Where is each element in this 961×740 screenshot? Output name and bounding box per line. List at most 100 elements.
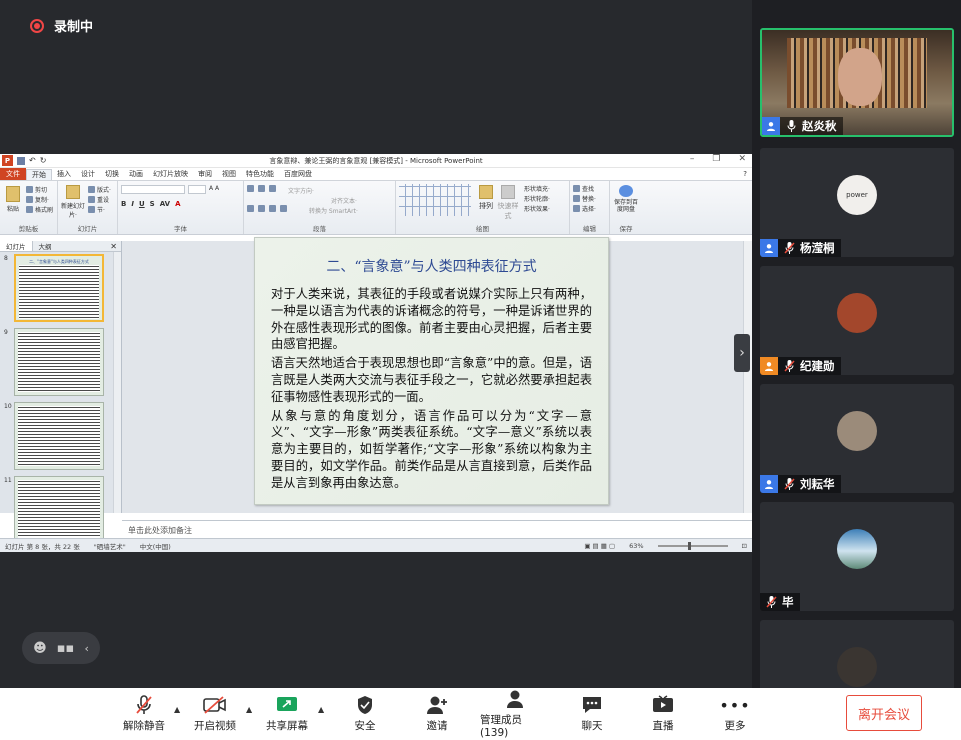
slide-thumbnail-9[interactable] — [14, 328, 104, 396]
participant-tile[interactable]: 纪建勋 — [760, 266, 954, 375]
chat-button[interactable]: 聊天 — [575, 688, 609, 740]
grow-font-icon[interactable]: A A — [209, 185, 219, 194]
unmute-button[interactable]: 解除静音 — [122, 688, 166, 740]
save-baidu-button[interactable]: 保存到百度网盘 — [613, 185, 639, 213]
strike-icon[interactable]: S — [150, 200, 155, 208]
participant-tile[interactable]: 赵炎秋 — [760, 28, 954, 137]
shapes-gallery[interactable] — [399, 184, 471, 216]
manage-members-button[interactable]: 管理成员(139) — [480, 688, 550, 740]
share-screen-icon — [276, 695, 298, 715]
shape-fill-button[interactable]: 形状填充· — [524, 183, 550, 193]
align-text-button[interactable]: 对齐文本· — [331, 195, 392, 205]
participant-tile[interactable]: power 杨滢桐 — [760, 148, 954, 257]
justify-icon[interactable] — [280, 205, 287, 212]
tab-slides[interactable]: 幻灯片 — [0, 241, 33, 251]
video-button[interactable]: 开启视频 — [193, 688, 237, 740]
underline-icon[interactable]: U — [139, 200, 145, 208]
slide-thumbnail-11[interactable] — [14, 476, 104, 544]
char-spacing-icon[interactable]: AV — [160, 200, 170, 208]
replace-button[interactable]: 替换· — [573, 193, 606, 203]
slide-thumbnail-8[interactable]: 二、"言象意"与人类四种表征方式 — [14, 254, 104, 322]
section-button[interactable]: 节· — [88, 204, 111, 214]
view-buttons[interactable]: ▣ ▤ ▦ ▢ — [584, 542, 615, 550]
numbering-icon[interactable] — [258, 185, 265, 192]
participant-tile[interactable]: 刘耘华 — [760, 384, 954, 493]
shape-effects-button[interactable]: 形状效果· — [524, 203, 550, 213]
caret-up-icon[interactable]: ▲ — [246, 705, 252, 714]
avatar — [837, 411, 877, 451]
indent-icon[interactable] — [269, 185, 276, 192]
pane-scrollbar[interactable] — [113, 252, 121, 513]
participant-tile[interactable]: 毕 — [760, 502, 954, 611]
tab-home[interactable]: 开始 — [26, 168, 52, 180]
bold-icon[interactable]: B — [121, 200, 126, 208]
minimize-icon[interactable]: – — [690, 154, 695, 164]
font-name-box[interactable] — [121, 185, 185, 194]
caret-up-icon[interactable]: ▲ — [318, 705, 324, 714]
caret-up-icon[interactable]: ▲ — [174, 705, 180, 714]
more-button[interactable]: ••• 更多 — [718, 688, 752, 740]
live-button[interactable]: 直播 — [646, 688, 680, 740]
chat-bubble-icon[interactable]: ▪▪ — [57, 641, 75, 656]
format-painter-button[interactable]: 格式刷 — [26, 204, 53, 214]
tab-insert[interactable]: 插入 — [52, 169, 76, 179]
notes-pane[interactable]: 单击此处添加备注 — [122, 520, 752, 538]
italic-icon[interactable]: I — [131, 200, 134, 208]
save-icon[interactable] — [17, 156, 25, 165]
tab-baidu[interactable]: 百度网盘 — [279, 169, 317, 179]
tab-animations[interactable]: 动画 — [124, 169, 148, 179]
new-slide-button[interactable]: 新建幻灯片· — [61, 183, 85, 219]
tab-view[interactable]: 视图 — [217, 169, 241, 179]
align-right-icon[interactable] — [269, 205, 276, 212]
select-button[interactable]: 选择· — [573, 203, 606, 213]
help-icon[interactable]: ? — [738, 170, 752, 178]
copy-button[interactable]: 复制· — [26, 194, 53, 204]
leave-meeting-button[interactable]: 离开会议 — [846, 695, 922, 731]
smartart-button[interactable]: 转换为 SmartArt· — [309, 205, 358, 215]
quick-styles-icon — [501, 185, 515, 199]
collapse-icon[interactable]: ‹ — [85, 642, 89, 655]
text-direction-button[interactable]: 文字方向· — [288, 185, 314, 195]
emoji-icon[interactable]: ☻ — [33, 641, 47, 656]
participant-tile[interactable] — [760, 620, 954, 688]
zoom-slider[interactable] — [657, 541, 728, 550]
font-color-icon[interactable]: A — [175, 200, 180, 208]
ribbon-tabs: 文件 开始 插入 设计 切换 动画 幻灯片放映 审阅 视图 特色功能 百度网盘 … — [0, 168, 752, 181]
tab-file[interactable]: 文件 — [0, 168, 26, 180]
reset-button[interactable]: 重设 — [88, 194, 111, 204]
tab-design[interactable]: 设计 — [76, 169, 100, 179]
bullets-icon[interactable] — [247, 185, 254, 192]
redo-icon[interactable]: ↻ — [40, 156, 47, 165]
align-center-icon[interactable] — [258, 205, 265, 212]
paste-button[interactable]: 粘贴 — [4, 184, 22, 213]
fit-window-icon[interactable]: ⊡ — [742, 542, 747, 550]
share-screen-button[interactable]: 共享屏幕 — [264, 688, 310, 740]
close-pane-icon[interactable]: ✕ — [110, 242, 117, 251]
arrange-button[interactable]: 排列 — [476, 183, 496, 211]
thumb-text — [19, 265, 99, 319]
current-slide[interactable]: 二、“言象意”与人类四种表征方式 对于人类来说，其表征的手段或者说媒介实际上只有… — [254, 237, 609, 505]
slide-thumbnail-10[interactable] — [14, 402, 104, 470]
recording-indicator[interactable]: 录制中 — [30, 16, 93, 35]
tab-review[interactable]: 审阅 — [193, 169, 217, 179]
restore-icon[interactable]: ❐ — [712, 154, 720, 164]
align-left-icon[interactable] — [247, 205, 254, 212]
invite-button[interactable]: 邀请 — [420, 688, 454, 740]
slide-info: 幻灯片 第 8 张，共 22 张 — [5, 542, 80, 551]
font-size-box[interactable] — [188, 185, 206, 194]
group-save: 保存到百度网盘 保存 — [610, 181, 642, 234]
cut-button[interactable]: 剪切 — [26, 184, 53, 194]
find-button[interactable]: 查找 — [573, 183, 606, 193]
undo-icon[interactable]: ↶ — [29, 156, 36, 165]
tab-outline[interactable]: 大纲 — [33, 241, 58, 251]
quick-styles-button[interactable]: 快速样式 — [496, 183, 520, 221]
shape-outline-button[interactable]: 形状轮廓· — [524, 193, 550, 203]
tab-special[interactable]: 特色功能 — [241, 169, 279, 179]
security-button[interactable]: 安全 — [348, 688, 382, 740]
tab-slideshow[interactable]: 幻灯片放映 — [148, 169, 193, 179]
chevron-right-icon[interactable]: › — [734, 334, 750, 372]
close-icon[interactable]: ✕ — [738, 154, 746, 164]
editor-scrollbar[interactable] — [743, 241, 752, 513]
layout-button[interactable]: 版式· — [88, 184, 111, 194]
tab-transitions[interactable]: 切换 — [100, 169, 124, 179]
